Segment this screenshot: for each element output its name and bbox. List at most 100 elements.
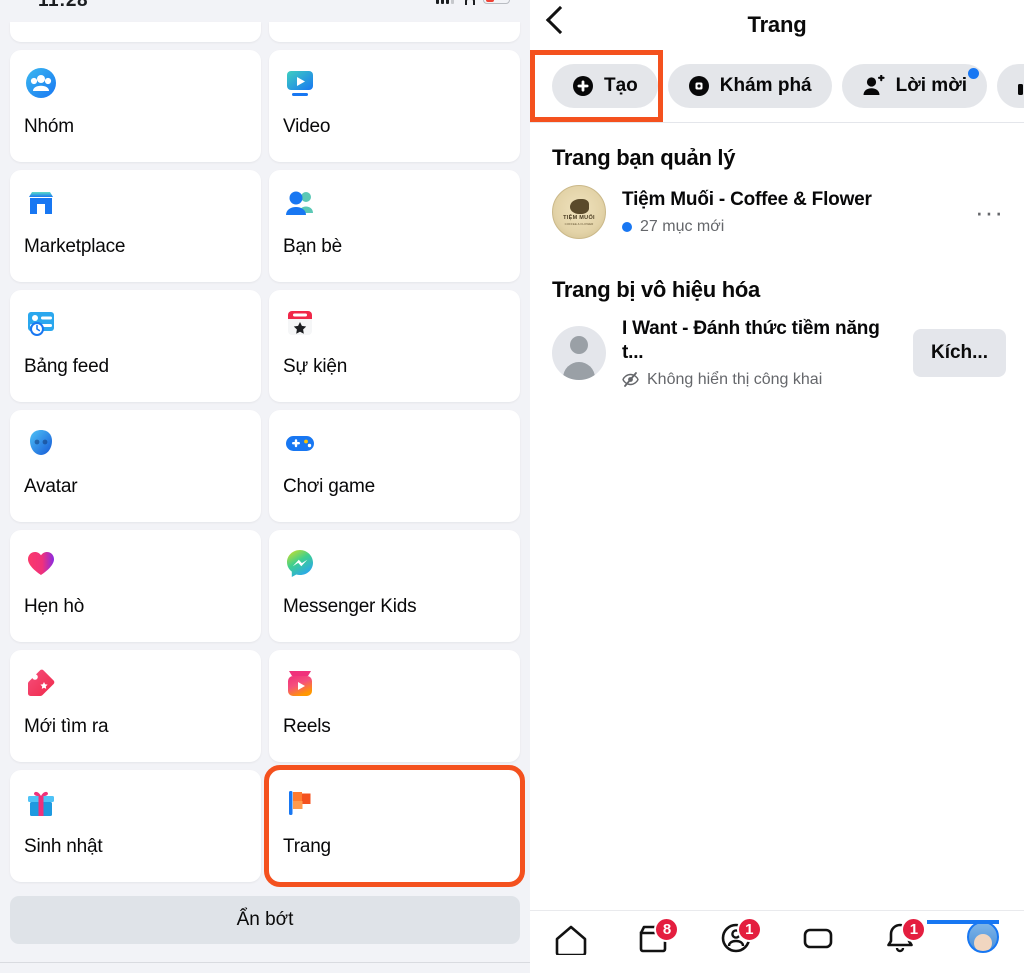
tile-row: Avatar Chơi game xyxy=(10,410,520,522)
pages-list-body: Trang bạn quản lý TIỆM MUỐI COFFEE & FLO… xyxy=(530,123,1024,910)
eye-off-icon xyxy=(622,371,639,388)
nav-badge-notifications: 1 xyxy=(901,917,927,942)
shortcut-label: Sinh nhật xyxy=(24,836,103,857)
shortcut-label: Trang xyxy=(283,836,331,857)
groups-icon xyxy=(24,66,58,100)
shortcut-label: Chơi game xyxy=(283,476,375,497)
shortcut-tile-deals[interactable]: Mới tìm ra xyxy=(10,650,261,762)
hide-less-button[interactable]: Ẩn bớt xyxy=(10,896,520,944)
shortcut-tile-pages[interactable]: Trang xyxy=(264,765,525,887)
page-meta: Không hiển thị công khai xyxy=(622,371,897,389)
shortcut-tile-gaming[interactable]: Chơi game xyxy=(269,410,520,522)
left-panel-menu: 11:28 Nhóm Video Marketplace Bạn bè Bảng… xyxy=(0,0,530,973)
page-name: Tiệm Muối - Coffee & Flower xyxy=(622,189,872,211)
home-icon xyxy=(555,925,587,955)
pill-label: Tạo xyxy=(604,75,638,96)
pill-liked[interactable]: Th xyxy=(997,64,1024,108)
events-icon xyxy=(283,306,317,340)
shortcut-tile-friends[interactable]: Bạn bè xyxy=(269,170,520,282)
tile-row: Mới tìm ra Reels xyxy=(10,650,520,762)
pages-flag-icon xyxy=(283,786,317,820)
app-screenshot: 11:28 Nhóm Video Marketplace Bạn bè Bảng… xyxy=(0,0,1024,973)
nav-item-video[interactable] xyxy=(790,921,846,965)
video-icon xyxy=(283,66,317,100)
messenger-kids-icon xyxy=(283,546,317,580)
logo-bird-mark xyxy=(569,198,589,214)
status-bar-indicators xyxy=(436,0,510,5)
shortcut-tile-reels[interactable]: Reels xyxy=(269,650,520,762)
bottom-navigation-bar: 8 1 1 xyxy=(530,910,1024,973)
shortcut-label: Nhóm xyxy=(24,116,74,137)
section-title-managed: Trang bạn quản lý xyxy=(552,145,736,170)
page-meta: 27 mục mới xyxy=(622,218,959,236)
compass-icon xyxy=(688,76,709,96)
tile-row: Marketplace Bạn bè xyxy=(10,170,520,282)
page-meta-text: Không hiển thị công khai xyxy=(647,370,823,388)
pill-label: Khám phá xyxy=(719,75,812,96)
pages-header: Trang xyxy=(530,0,1024,50)
nav-item-notifications[interactable]: 1 xyxy=(872,917,928,965)
shortcut-tile-feeds[interactable]: Bảng feed xyxy=(10,290,261,402)
pill-invites[interactable]: Lời mời xyxy=(841,64,987,108)
profile-avatar xyxy=(966,921,999,953)
signal-icon xyxy=(436,0,454,4)
shortcut-tile-clipped-right[interactable] xyxy=(269,22,520,42)
tile-row: Bảng feed Sự kiện xyxy=(10,290,520,402)
shortcut-tile-marketplace[interactable]: Marketplace xyxy=(10,170,261,282)
birthday-gift-icon xyxy=(24,786,58,820)
friends-icon xyxy=(283,186,317,220)
shortcut-label: Marketplace xyxy=(24,236,126,257)
tile-row xyxy=(10,22,520,42)
tiem-muoi-logo-avatar: TIỆM MUỐI COFFEE & FLOWER xyxy=(552,185,606,239)
pill-create[interactable]: Tạo xyxy=(552,64,658,108)
active-tab-underline xyxy=(926,920,999,924)
shortcut-tile-events[interactable]: Sự kiện xyxy=(269,290,520,402)
page-list-item-managed[interactable]: TIỆM MUỐI COFFEE & FLOWER Tiệm Muối - Co… xyxy=(530,171,1024,239)
pill-explore[interactable]: Khám phá xyxy=(667,64,832,108)
video-nav-icon xyxy=(803,928,833,949)
feeds-icon xyxy=(24,306,58,340)
nav-item-marketplace[interactable]: 8 xyxy=(625,917,681,965)
blue-dot-icon xyxy=(622,221,632,232)
gaming-icon xyxy=(283,426,317,460)
page-title: Trang xyxy=(747,11,807,37)
shortcut-tile-avatar[interactable]: Avatar xyxy=(10,410,261,522)
help-and-support-row[interactable]: ? Trợ giúp & hỗ trợ xyxy=(0,963,530,973)
plus-circle-icon xyxy=(573,76,593,96)
pages-action-pill-bar: Tạo Khám phá Lời mời xyxy=(530,50,1024,123)
tile-row: Nhóm Video xyxy=(10,50,520,162)
battery-icon xyxy=(483,0,510,4)
shortcut-tile-dating[interactable]: Hẹn hò xyxy=(10,530,261,642)
section-title-disabled: Trang bị vô hiệu hóa xyxy=(552,277,760,302)
pages-screen: Trang Tạo Khám phá Lời mời Trang bạn quả… xyxy=(530,0,1024,973)
nav-item-home[interactable] xyxy=(543,921,599,965)
activate-page-button[interactable]: Kích... xyxy=(912,328,1006,377)
marketplace-icon xyxy=(24,186,58,220)
nav-item-groups[interactable]: 1 xyxy=(708,917,764,965)
shortcut-label: Messenger Kids xyxy=(283,596,417,617)
more-menu-icon[interactable]: ··· xyxy=(975,198,1006,225)
page-name: I Want - Đánh thức tiềm năng t... xyxy=(622,318,880,363)
nav-badge-groups: 1 xyxy=(736,917,762,942)
shortcut-tile-video[interactable]: Video xyxy=(269,50,520,162)
nav-badge-marketplace: 8 xyxy=(654,917,680,942)
pill-label: Lời mời xyxy=(895,75,967,96)
deals-tag-icon xyxy=(24,666,58,700)
shortcut-label: Video xyxy=(283,116,331,137)
shortcut-label: Bảng feed xyxy=(24,356,109,377)
shortcut-label: Reels xyxy=(283,716,331,737)
logo-subtitle: COFFEE & FLOWER xyxy=(564,221,594,226)
shortcut-tile-messenger-kids[interactable]: Messenger Kids xyxy=(269,530,520,642)
shortcut-tile-groups[interactable]: Nhóm xyxy=(10,50,261,162)
shortcuts-grid: Nhóm Video Marketplace Bạn bè Bảng feed … xyxy=(0,22,530,887)
thumbs-up-icon xyxy=(1018,84,1023,95)
dating-heart-icon xyxy=(24,546,58,580)
person-add-icon xyxy=(863,75,885,95)
shortcut-tile-clipped-left[interactable] xyxy=(10,22,261,42)
shortcut-label: Bạn bè xyxy=(283,236,343,257)
default-person-avatar xyxy=(552,325,606,380)
page-list-item-disabled[interactable]: I Want - Đánh thức tiềm năng t... Không … xyxy=(530,303,1024,389)
page-info: I Want - Đánh thức tiềm năng t... Không … xyxy=(622,317,897,389)
shortcut-tile-birthdays[interactable]: Sinh nhật xyxy=(10,770,261,882)
nav-item-menu-profile[interactable] xyxy=(926,920,1011,965)
